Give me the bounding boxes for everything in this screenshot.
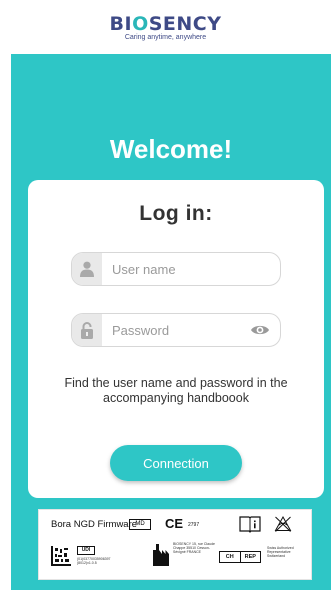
ce-number: 2797 bbox=[188, 522, 200, 528]
factory-icon bbox=[153, 542, 169, 571]
md-symbol: MD bbox=[129, 519, 151, 530]
welcome-heading: Welcome! bbox=[109, 134, 233, 164]
instructions-for-use-icon bbox=[239, 515, 261, 538]
ch-label: CH bbox=[225, 554, 234, 560]
brand-suffix: SENCY bbox=[148, 13, 222, 35]
login-card: Log in: User name Find the user name and… bbox=[28, 180, 324, 498]
password-input[interactable] bbox=[112, 319, 242, 341]
app-screen: BIOSENCY Caring anytime, anywhere Welcom… bbox=[0, 0, 331, 590]
username-field bbox=[71, 252, 281, 286]
data-matrix-icon bbox=[51, 546, 71, 571]
ce-mark: CE bbox=[165, 516, 184, 531]
login-title: Log in: bbox=[139, 202, 213, 225]
udi-label: UDI bbox=[77, 546, 95, 555]
username-input[interactable] bbox=[112, 258, 242, 280]
brand-accent: O bbox=[132, 13, 149, 35]
connection-button[interactable]: Connection bbox=[110, 445, 242, 481]
app-header: BIOSENCY Caring anytime, anywhere bbox=[0, 0, 331, 50]
rep-label: REP bbox=[239, 552, 261, 562]
product-name: Bora NGD Firmware bbox=[51, 519, 138, 530]
brand-prefix: BI bbox=[109, 13, 133, 35]
ch-rep-address: Swiss Authorized Representative Switzerl… bbox=[267, 546, 294, 559]
brand-tagline: Caring anytime, anywhere bbox=[124, 34, 207, 41]
eye-icon[interactable] bbox=[250, 323, 270, 337]
manufacturer-address: BIOSENCY 15, rue Claude Chappe 35510 Ces… bbox=[173, 542, 215, 555]
person-icon bbox=[72, 253, 102, 285]
brand-logo: BIOSENCY bbox=[0, 13, 331, 35]
regulatory-label: Bora NGD Firmware MD CE 2797 UDI (01)037… bbox=[38, 509, 312, 580]
password-field bbox=[71, 313, 281, 347]
credentials-hint: Find the user name and password in the a… bbox=[64, 376, 288, 405]
wireless-crossed-icon bbox=[274, 515, 292, 538]
ch-rep-symbol: CH REP bbox=[219, 551, 261, 563]
udi-code: (01)03770035906397 (8012)v1.0.5 bbox=[77, 557, 111, 566]
padlock-icon bbox=[72, 314, 102, 346]
